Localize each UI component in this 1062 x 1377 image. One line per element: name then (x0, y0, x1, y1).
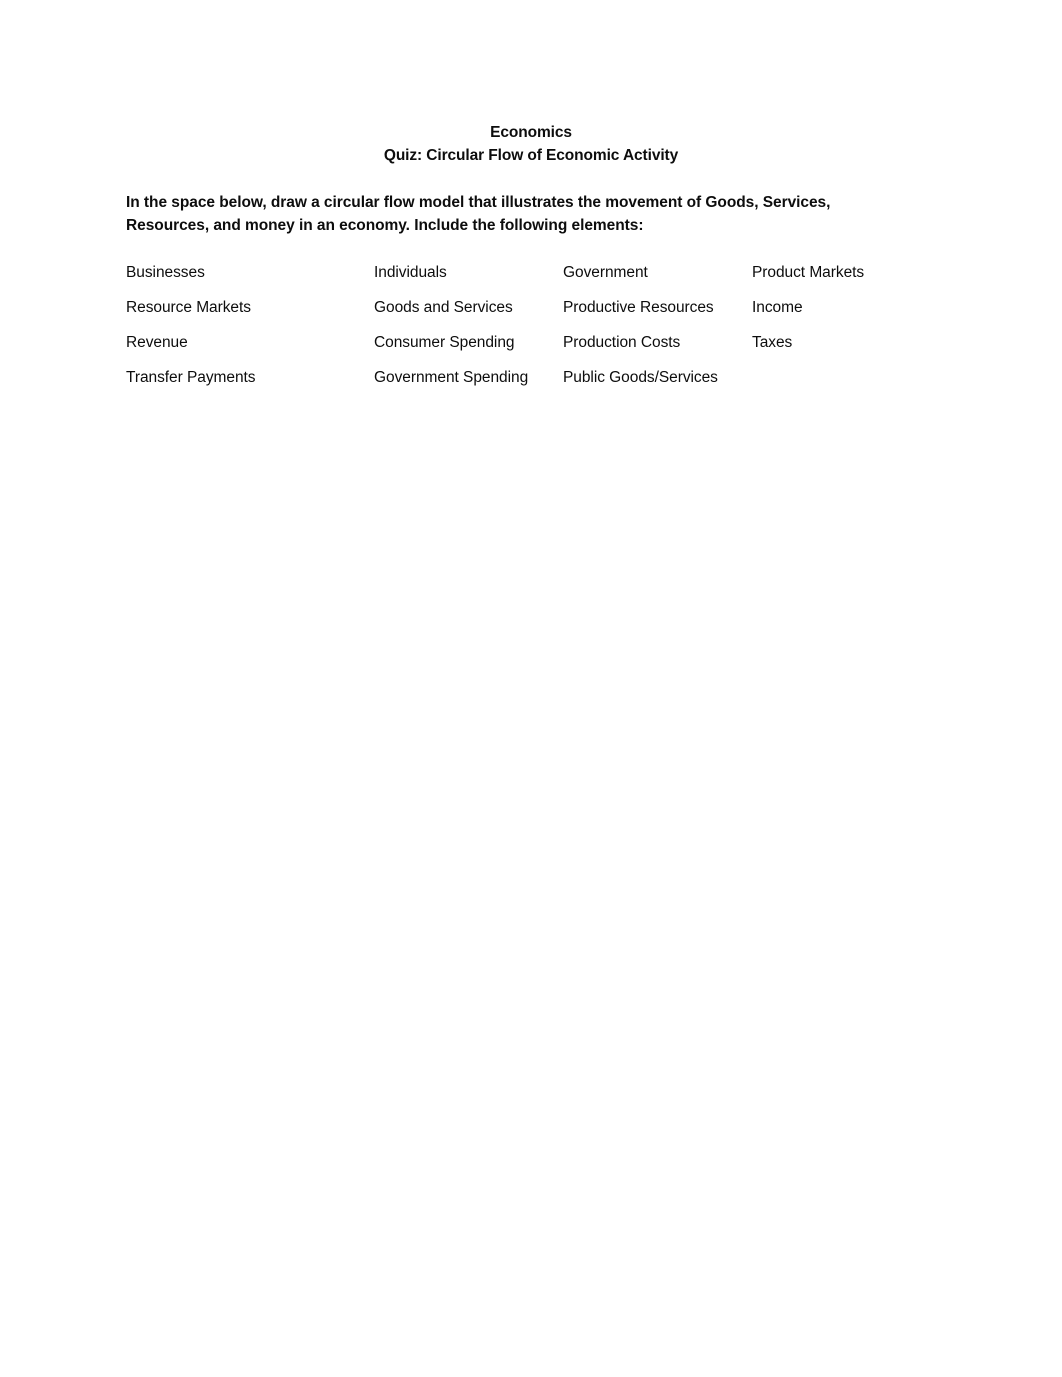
answer-drawing-area[interactable] (126, 400, 898, 1350)
element-item-production-costs: Production Costs (563, 334, 681, 351)
element-item-public-goods-services: Public Goods/Services (563, 369, 718, 386)
element-item-government-spending: Government Spending (374, 369, 529, 386)
element-item-revenue: Revenue (126, 334, 188, 351)
instructions-line-2: Resources, and money in an economy. Incl… (126, 217, 644, 234)
page-title: Economics (490, 124, 572, 141)
instructions-paragraph: In the space below, draw a circular flow… (126, 191, 898, 237)
element-item-taxes: Taxes (752, 334, 793, 351)
element-item-goods-and-services: Goods and Services (374, 299, 513, 316)
element-item-productive-resources: Productive Resources (563, 299, 714, 316)
element-item-income: Income (752, 299, 803, 316)
element-item-government: Government (563, 264, 648, 281)
element-item-product-markets: Product Markets (752, 264, 865, 281)
element-item-resource-markets: Resource Markets (126, 299, 251, 316)
element-item-individuals: Individuals (374, 264, 447, 281)
document-page: Economics Quiz: Circular Flow of Economi… (0, 0, 1062, 1377)
title-block: Economics Quiz: Circular Flow of Economi… (0, 121, 1062, 167)
element-item-businesses: Businesses (126, 264, 205, 281)
page-subtitle: Quiz: Circular Flow of Economic Activity (383, 147, 679, 164)
instructions-line-1: In the space below, draw a circular flow… (126, 194, 831, 211)
element-list-row: Resource Markets Goods and Services Prod… (126, 297, 946, 332)
element-list-row: Transfer Payments Government Spending Pu… (126, 367, 946, 402)
element-list-row: Revenue Consumer Spending Production Cos… (126, 332, 946, 367)
element-list-row: Businesses Individuals Government Produc… (126, 262, 946, 297)
element-list: Businesses Individuals Government Produc… (126, 262, 946, 402)
element-item-transfer-payments: Transfer Payments (126, 369, 256, 386)
element-item-consumer-spending: Consumer Spending (374, 334, 515, 351)
